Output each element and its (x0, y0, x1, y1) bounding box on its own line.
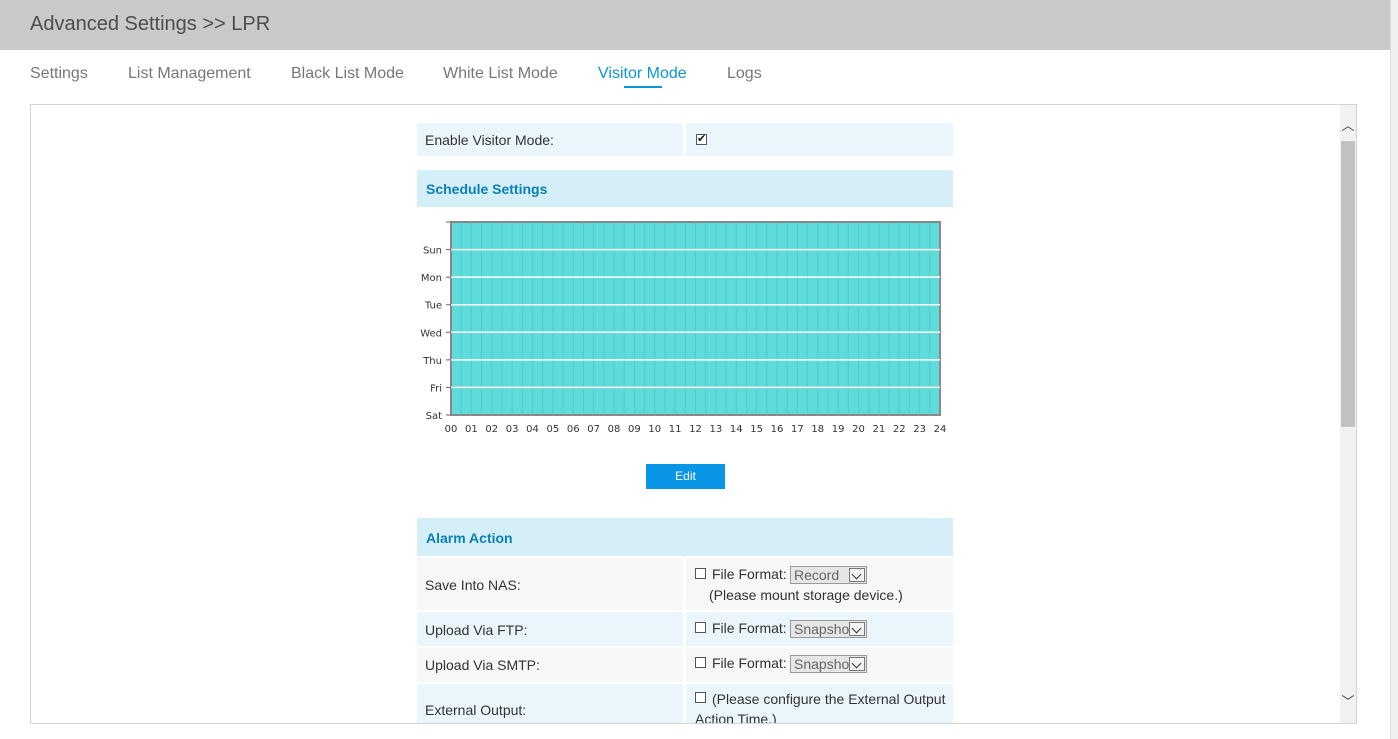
hour-label-05: 05 (547, 424, 560, 435)
hour-label-22: 22 (893, 424, 906, 435)
ftp-format-value: Snapshot (794, 621, 850, 637)
day-label-wed: Wed (420, 328, 442, 339)
hour-label-06: 06 (567, 424, 580, 435)
smtp-checkbox[interactable] (695, 657, 706, 668)
hour-label-23: 23 (913, 424, 926, 435)
schedule-grid[interactable]: Sun Mon Tue Wed Thu Fri Sat00 01 02 03 04 05 06 07 08 0… (411, 215, 961, 445)
day-label-sun: Sun (423, 246, 442, 257)
smtp-format-label: File Format: (712, 655, 787, 671)
hour-label-03: 03 (506, 424, 519, 435)
alarm-section-header: Alarm Action (417, 518, 953, 556)
chevron-down-icon (849, 622, 865, 636)
tab-black-list-mode[interactable]: Black List Mode (291, 65, 404, 83)
day-label-fri: Fri (430, 383, 442, 394)
external-output-row: External Output: (Please configure the E… (417, 684, 953, 724)
nas-format-value: Record (794, 567, 840, 583)
hour-label-09: 09 (628, 424, 641, 435)
window-scrollbar (1390, 0, 1398, 739)
schedule-section-title: Schedule Settings (426, 181, 548, 197)
tab-list-management[interactable]: List Management (128, 65, 251, 83)
hour-label-16: 16 (771, 424, 784, 435)
scroll-up-icon[interactable]: ︿ (1340, 117, 1356, 135)
hour-label-17: 17 (791, 424, 804, 435)
enable-visitor-row: Enable Visitor Mode: (417, 123, 953, 156)
scrollbar[interactable]: ︿ ﹀ (1340, 105, 1356, 723)
tab-settings[interactable]: Settings (30, 65, 88, 83)
chevron-down-icon (849, 657, 865, 671)
hour-label-14: 14 (730, 424, 743, 435)
external-output-note-line1: (Please configure the External Output (712, 691, 946, 707)
hour-label-13: 13 (710, 424, 723, 435)
external-output-checkbox[interactable] (695, 692, 706, 703)
nas-checkbox[interactable] (695, 568, 706, 579)
hour-label-07: 07 (587, 424, 600, 435)
day-label-thu: Thu (422, 356, 442, 367)
nas-format-label: File Format: (712, 566, 787, 582)
ftp-row: Upload Via FTP: File Format: Snapshot (417, 612, 953, 646)
nas-label: Save Into NAS: (425, 577, 521, 593)
scrollbar-thumb[interactable] (1341, 141, 1355, 427)
hour-label-04: 04 (526, 424, 539, 435)
hour-label-08: 08 (608, 424, 621, 435)
schedule-section-header: Schedule Settings (417, 170, 953, 207)
scroll-down-icon[interactable]: ﹀ (1340, 693, 1356, 711)
smtp-format-value: Snapshot (794, 656, 850, 672)
day-label-mon: Mon (421, 273, 442, 284)
enable-visitor-checkbox[interactable] (696, 132, 707, 145)
content-panel: Enable Visitor Mode: Schedule Settings S… (30, 104, 1357, 724)
ftp-format-label: File Format: (712, 620, 787, 636)
alarm-section-title: Alarm Action (426, 530, 513, 546)
active-tab-underline (624, 86, 662, 88)
smtp-format-select[interactable]: Snapshot (790, 655, 867, 673)
hour-label-10: 10 (648, 424, 661, 435)
hour-label-12: 12 (689, 424, 702, 435)
hour-label-00: 00 (445, 424, 458, 435)
smtp-row: Upload Via SMTP: File Format: Snapshot (417, 648, 953, 682)
ftp-checkbox[interactable] (695, 622, 706, 633)
edit-schedule-button[interactable]: Edit (646, 464, 725, 489)
page-header: Advanced Settings >> LPR (0, 0, 1390, 50)
nas-row: Save Into NAS: File Format: Record (Plea… (417, 558, 953, 610)
hour-label-02: 02 (485, 424, 498, 435)
tab-white-list-mode[interactable]: White List Mode (443, 65, 558, 83)
enable-visitor-label: Enable Visitor Mode: (425, 132, 554, 148)
nas-note: (Please mount storage device.) (709, 587, 903, 603)
hour-label-20: 20 (852, 424, 865, 435)
external-output-note-line2: Action Time.) (695, 711, 777, 724)
tab-logs[interactable]: Logs (727, 65, 762, 83)
day-label-sat: Sat (426, 411, 442, 422)
hour-label-24: 24 (934, 424, 947, 435)
hour-label-01: 01 (465, 424, 478, 435)
hour-label-15: 15 (750, 424, 763, 435)
ftp-format-select[interactable]: Snapshot (790, 620, 867, 638)
hour-label-11: 11 (669, 424, 682, 435)
day-label-tue: Tue (424, 301, 442, 312)
smtp-label: Upload Via SMTP: (425, 657, 540, 673)
tab-bar: Settings List Management Black List Mode… (0, 51, 1390, 95)
chevron-down-icon (849, 568, 865, 582)
tab-visitor-mode[interactable]: Visitor Mode (598, 65, 687, 83)
hour-label-18: 18 (811, 424, 824, 435)
external-output-label: External Output: (425, 702, 527, 718)
ftp-label: Upload Via FTP: (425, 622, 528, 638)
hour-label-21: 21 (873, 424, 886, 435)
hour-label-19: 19 (832, 424, 845, 435)
nas-format-select[interactable]: Record (790, 566, 867, 584)
page-title: Advanced Settings >> LPR (30, 13, 271, 35)
